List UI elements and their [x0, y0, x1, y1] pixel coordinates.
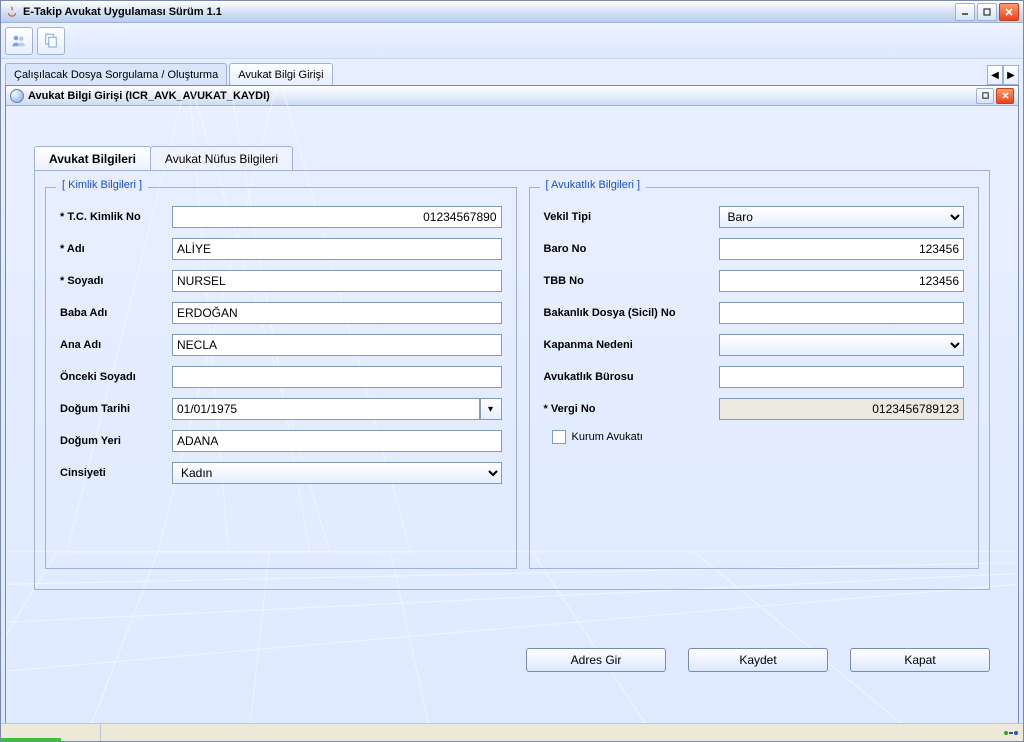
inner-close-button[interactable] [996, 88, 1014, 104]
dogum-tarihi-label: Doğum Tarihi [60, 403, 172, 415]
toolbar [1, 23, 1023, 59]
baba-adi-input[interactable] [172, 302, 502, 324]
onceki-soyadi-label: Önceki Soyadı [60, 371, 172, 383]
inner-maximize-button[interactable] [976, 88, 994, 104]
dogum-yeri-input[interactable] [172, 430, 502, 452]
tab-header: Avukat Bilgileri Avukat Nüfus Bilgileri [34, 146, 990, 170]
baro-no-input[interactable] [719, 238, 964, 260]
avukatlik-burosu-label: Avukatlık Bürosu [544, 371, 719, 383]
tab-label: Avukat Bilgileri [49, 152, 136, 166]
app-window: E-Takip Avukat Uygulaması Sürüm 1.1 Çalı… [0, 0, 1024, 742]
toolbar-copy-button[interactable] [37, 27, 65, 55]
group-legend: [ Avukatlık Bilgileri ] [540, 179, 647, 191]
status-bar [1, 723, 1023, 741]
button-label: Kaydet [739, 653, 776, 667]
inner-window: Avukat Bilgi Girişi (ICR_AVK_AVUKAT_KAYD… [5, 85, 1019, 737]
tbb-no-label: TBB No [544, 275, 719, 287]
tab-body: [ Kimlik Bilgileri ] * T.C. Kimlik No * … [34, 170, 990, 590]
inner-window-controls [976, 88, 1014, 104]
kurum-avukati-checkbox[interactable] [552, 430, 566, 444]
tab-label: Avukat Nüfus Bilgileri [165, 152, 278, 166]
inner-titlebar: Avukat Bilgi Girişi (ICR_AVK_AVUKAT_KAYD… [6, 86, 1018, 106]
chevron-down-icon: ▾ [488, 404, 493, 415]
bakanlik-dosya-input[interactable] [719, 302, 964, 324]
soyadi-input[interactable] [172, 270, 502, 292]
tab-control: Avukat Bilgileri Avukat Nüfus Bilgileri … [34, 146, 990, 590]
cinsiyet-label: Cinsiyeti [60, 467, 172, 479]
outer-tab-nav: ◀ ▶ [987, 65, 1019, 85]
button-label: Adres Gir [571, 653, 622, 667]
tab-avukat-bilgileri[interactable]: Avukat Bilgileri [34, 146, 151, 170]
minimize-button[interactable] [955, 3, 975, 21]
vergi-no-label: * Vergi No [544, 403, 719, 415]
outer-tab-prev-button[interactable]: ◀ [987, 65, 1003, 85]
window-controls [955, 3, 1019, 21]
titlebar: E-Takip Avukat Uygulaması Sürüm 1.1 [1, 1, 1023, 23]
inner-window-icon [10, 89, 24, 103]
window-title: E-Takip Avukat Uygulaması Sürüm 1.1 [23, 6, 955, 18]
dogum-tarihi-picker-button[interactable]: ▾ [480, 398, 502, 420]
avukatlik-bilgileri-group: [ Avukatlık Bilgileri ] Vekil Tipi Baro … [529, 187, 979, 569]
kapat-button[interactable]: Kapat [850, 648, 990, 672]
outer-tab-bar: Çalışılacak Dosya Sorgulama / Oluşturma … [1, 59, 1023, 85]
tc-kimlik-label: * T.C. Kimlik No [60, 211, 172, 223]
vekil-tipi-label: Vekil Tipi [544, 211, 719, 223]
action-buttons: Adres Gir Kaydet Kapat [526, 648, 990, 672]
ana-adi-input[interactable] [172, 334, 502, 356]
kaydet-button[interactable]: Kaydet [688, 648, 828, 672]
tbb-no-input[interactable] [719, 270, 964, 292]
tab-nufus-bilgileri[interactable]: Avukat Nüfus Bilgileri [150, 146, 293, 170]
button-label: Kapat [904, 653, 935, 667]
status-progress [1, 724, 101, 741]
avukatlik-burosu-input[interactable] [719, 366, 964, 388]
bakanlik-dosya-label: Bakanlık Dosya (Sicil) No [544, 307, 719, 319]
content-area: Avukat Bilgileri Avukat Nüfus Bilgileri … [6, 106, 1018, 736]
dogum-yeri-label: Doğum Yeri [60, 435, 172, 447]
outer-tab-next-button[interactable]: ▶ [1003, 65, 1019, 85]
kapanma-nedeni-select[interactable] [719, 334, 964, 356]
baro-no-label: Baro No [544, 243, 719, 255]
close-button[interactable] [999, 3, 1019, 21]
toolbar-users-button[interactable] [5, 27, 33, 55]
tc-kimlik-input[interactable] [172, 206, 502, 228]
cinsiyet-select[interactable]: Kadın [172, 462, 502, 484]
soyadi-label: * Soyadı [60, 275, 172, 287]
adi-label: * Adı [60, 243, 172, 255]
inner-window-title: Avukat Bilgi Girişi (ICR_AVK_AVUKAT_KAYD… [28, 90, 976, 102]
outer-tab-avukat[interactable]: Avukat Bilgi Girişi [229, 63, 332, 85]
kapanma-nedeni-label: Kapanma Nedeni [544, 339, 719, 351]
maximize-button[interactable] [977, 3, 997, 21]
vekil-tipi-select[interactable]: Baro [719, 206, 964, 228]
adres-gir-button[interactable]: Adres Gir [526, 648, 666, 672]
onceki-soyadi-input[interactable] [172, 366, 502, 388]
vergi-no-input[interactable] [719, 398, 964, 420]
baba-adi-label: Baba Adı [60, 307, 172, 319]
status-net-icon [1003, 727, 1019, 739]
ana-adi-label: Ana Adı [60, 339, 172, 351]
group-legend: [ Kimlik Bilgileri ] [56, 179, 148, 191]
java-icon [5, 5, 19, 19]
kurum-avukati-label: Kurum Avukatı [572, 431, 643, 443]
outer-tab-label: Çalışılacak Dosya Sorgulama / Oluşturma [14, 69, 218, 81]
kimlik-bilgileri-group: [ Kimlik Bilgileri ] * T.C. Kimlik No * … [45, 187, 517, 569]
outer-tab-dosya[interactable]: Çalışılacak Dosya Sorgulama / Oluşturma [5, 63, 227, 85]
adi-input[interactable] [172, 238, 502, 260]
outer-tab-label: Avukat Bilgi Girişi [238, 69, 323, 81]
dogum-tarihi-input[interactable] [172, 398, 480, 420]
